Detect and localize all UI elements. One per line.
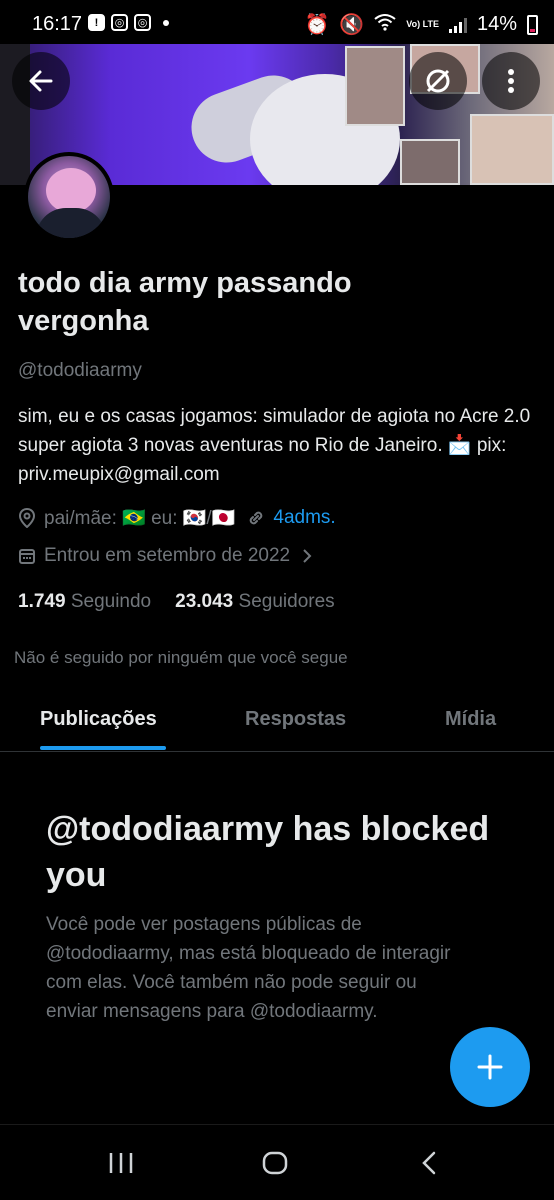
instagram-icon: ◎: [111, 14, 128, 31]
banner-photo: [470, 114, 554, 185]
arrow-left-icon: [29, 70, 53, 92]
profile-joined-row[interactable]: Entrou em setembro de 2022: [18, 545, 320, 567]
banner-photo: [400, 139, 460, 185]
avatar[interactable]: [24, 152, 114, 242]
chevron-right-icon: [302, 548, 312, 564]
profile-bio: sim, eu e os casas jogamos: simulador de…: [18, 406, 531, 485]
followers-label: Seguidores: [238, 591, 335, 612]
profile-joined: Entrou em setembro de 2022: [44, 545, 291, 566]
status-right: ⏰ 🔇 Vo) LTE 14%: [304, 12, 538, 37]
profile-meta: pai/mãe: 🇧🇷 eu: 🇰🇷/🇯🇵 4adms.: [18, 506, 336, 530]
compose-button[interactable]: [450, 1027, 530, 1107]
blocked-body: Você pode ver postagens públicas de @tod…: [46, 914, 451, 1022]
profile-stats: 1.749 Seguindo 23.043 Seguidores: [18, 591, 335, 613]
status-time: 16:17: [32, 13, 83, 35]
back-button[interactable]: [12, 52, 70, 110]
status-bar: 16:17 ! ◎ ◎ ⏰ 🔇 Vo) LTE 14%: [0, 0, 554, 44]
system-nav-bar: [0, 1124, 554, 1200]
alarm-icon: ⏰: [304, 14, 330, 36]
volte-indicator: Vo) LTE: [406, 19, 439, 29]
blocked-title: @tododiaarmy has blocked you: [46, 810, 490, 894]
followers-stat[interactable]: 23.043 Seguidores: [175, 591, 335, 613]
back-nav-button[interactable]: [420, 1151, 440, 1180]
tab-indicator: [40, 746, 166, 750]
avatar-shape: [46, 168, 96, 213]
profile-name: todo dia army passando vergonha: [18, 267, 352, 337]
signal-icon: [448, 17, 467, 33]
more-notifications-icon: [163, 19, 169, 26]
recent-apps-icon: [109, 1153, 133, 1173]
tab-media[interactable]: Mídia: [445, 708, 496, 731]
instagram-icon: ◎: [134, 14, 151, 31]
link-icon: [247, 509, 265, 527]
more-vertical-icon: [508, 69, 514, 93]
plus-icon: [477, 1054, 503, 1080]
following-stat[interactable]: 1.749 Seguindo: [18, 591, 151, 613]
battery-icon: [527, 14, 538, 35]
wifi-icon: [374, 13, 396, 37]
profile-website-link[interactable]: 4adms.: [273, 507, 335, 529]
notification-icons: ! ◎ ◎: [88, 14, 169, 31]
profile-location: pai/mãe: 🇧🇷 eu: 🇰🇷/🇯🇵: [44, 508, 236, 529]
battery-percent: 14%: [476, 13, 517, 35]
alert-icon: !: [88, 14, 105, 31]
avatar-image: [28, 156, 110, 238]
grok-button[interactable]: [409, 52, 467, 110]
mute-icon: 🔇: [339, 14, 365, 36]
grok-icon: [426, 69, 450, 93]
following-count: 1.749: [18, 591, 66, 612]
tab-posts[interactable]: Publicações: [40, 708, 157, 731]
banner-photo: [345, 46, 405, 126]
profile-handle: @tododiaarmy: [18, 360, 142, 381]
tab-replies[interactable]: Respostas: [245, 708, 346, 731]
home-button[interactable]: [262, 1151, 288, 1180]
location-icon: [18, 508, 36, 528]
followers-count: 23.043: [175, 591, 234, 612]
avatar-shape: [36, 208, 106, 238]
calendar-icon: [18, 547, 36, 565]
back-nav-icon: [422, 1151, 436, 1175]
profile-tabs: Publicações Respostas Mídia: [0, 690, 554, 752]
not-followed-text: Não é seguido por ninguém que você segue: [14, 648, 348, 667]
recent-apps-button[interactable]: [108, 1151, 134, 1180]
home-icon: [262, 1151, 288, 1175]
more-button[interactable]: [482, 52, 540, 110]
following-label: Seguindo: [70, 591, 152, 612]
